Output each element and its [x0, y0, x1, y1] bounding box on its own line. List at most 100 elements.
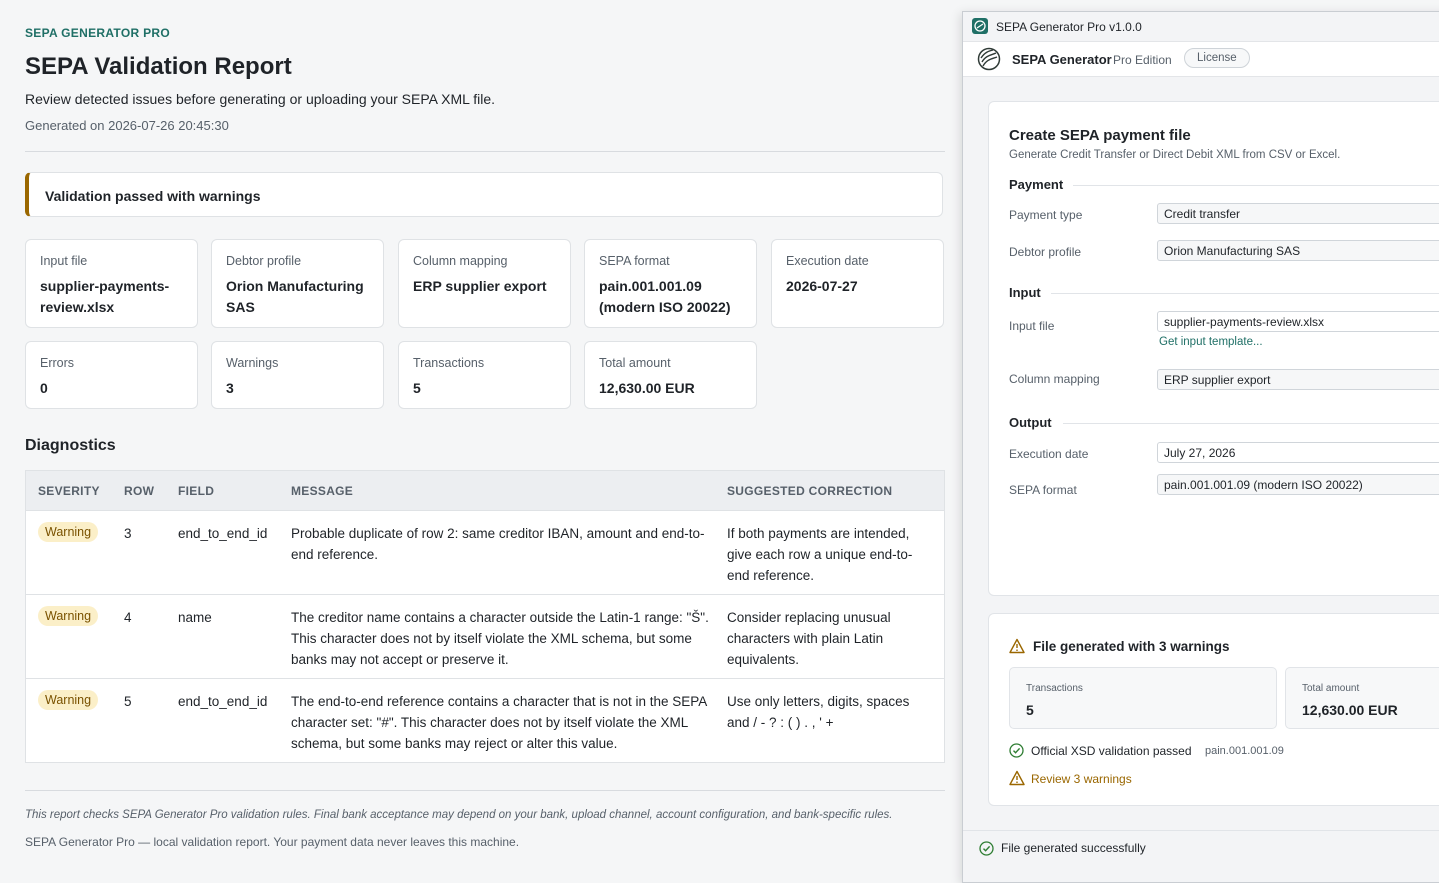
disclaimer: This report checks SEPA Generator Pro va… — [25, 809, 893, 821]
create-file-panel: Create SEPA payment file Generate Credit… — [988, 101, 1439, 596]
card-value: Orion Manufacturing SAS — [226, 278, 364, 315]
diagnostics-table: SEVERITY ROW FIELD MESSAGE SUGGESTED COR… — [25, 470, 945, 763]
validation-status-banner: Validation passed with warnings — [25, 172, 943, 217]
stat-transactions: Transactions 5 — [1009, 667, 1277, 729]
stat-value: 5 — [1026, 702, 1034, 718]
app-icon — [972, 18, 988, 34]
divider — [25, 151, 945, 152]
suggested-correction: If both payments are intended, give each… — [727, 526, 913, 583]
severity-badge: Warning — [38, 522, 99, 542]
card-value: pain.001.001.09 (modern ISO 20022) — [599, 278, 731, 315]
card-execution-date: Execution date 2026-07-27 — [771, 239, 944, 328]
card-value: 5 — [413, 380, 421, 396]
card-debtor-profile: Debtor profile Orion Manufacturing SAS — [211, 239, 384, 328]
execution-date-field[interactable]: July 27, 2026 — [1157, 442, 1439, 463]
input-file-label: Input file — [1009, 319, 1055, 333]
card-errors: Errors 0 — [25, 341, 198, 409]
card-value: 3 — [226, 380, 234, 396]
footnote: SEPA Generator Pro — local validation re… — [25, 835, 520, 849]
license-button[interactable]: License — [1184, 48, 1250, 68]
check-circle-icon — [1009, 743, 1024, 758]
field-name: name — [178, 610, 212, 625]
card-value: 2026-07-27 — [786, 278, 858, 294]
table-header: SEVERITY ROW FIELD MESSAGE SUGGESTED COR… — [26, 471, 944, 511]
severity-badge: Warning — [38, 690, 99, 710]
section-divider — [1051, 293, 1439, 294]
card-warnings: Warnings 3 — [211, 341, 384, 409]
card-value: 12,630.00 EUR — [599, 380, 695, 396]
message: The creditor name contains a character o… — [291, 610, 709, 667]
card-label: Debtor profile — [226, 254, 302, 268]
card-label: Input file — [40, 254, 88, 268]
get-template-link[interactable]: Get input template... — [1159, 336, 1263, 348]
panel-title: Create SEPA payment file — [1009, 127, 1191, 144]
result-panel: File generated with 3 warnings Transacti… — [988, 613, 1439, 806]
card-value: 0 — [40, 380, 48, 396]
payment-type-select[interactable]: Credit transfer — [1157, 203, 1439, 224]
xsd-validation-text: Official XSD validation passed — [1031, 744, 1192, 758]
table-row: Warning 5 end_to_end_id The end-to-end r… — [26, 679, 944, 762]
result-title: File generated with 3 warnings — [1033, 639, 1230, 654]
section-output: Output — [1009, 415, 1052, 430]
report-subtitle: Review detected issues before generating… — [25, 91, 496, 107]
app-window: SEPA Generator Pro v1.0.0 SEPA Generator… — [962, 11, 1439, 883]
column-mapping-label: Column mapping — [1009, 372, 1100, 386]
card-sepa-format: SEPA format pain.001.001.09 (modern ISO … — [584, 239, 757, 328]
xsd-format-label: pain.001.001.09 — [1205, 745, 1284, 757]
column-header-correction: SUGGESTED CORRECTION — [727, 484, 893, 498]
stat-label: Transactions — [1026, 683, 1083, 694]
column-header-field: FIELD — [178, 484, 215, 498]
section-payment: Payment — [1009, 177, 1064, 192]
sepa-format-select[interactable]: pain.001.001.09 (modern ISO 20022) — [1157, 474, 1439, 495]
card-label: Warnings — [226, 356, 279, 370]
severity-badge: Warning — [38, 606, 99, 626]
stat-value: 12,630.00 EUR — [1302, 702, 1398, 718]
column-header-message: MESSAGE — [291, 484, 354, 498]
stat-label: Total amount — [1302, 683, 1360, 694]
generated-timestamp: Generated on 2026-07-26 20:45:30 — [25, 118, 229, 133]
status-text: File generated successfully — [1001, 841, 1146, 855]
card-label: Errors — [40, 356, 75, 370]
check-circle-icon — [979, 841, 994, 856]
card-label: Execution date — [786, 254, 869, 268]
field-name: end_to_end_id — [178, 694, 268, 709]
report-brand: SEPA GENERATOR PRO — [25, 26, 170, 40]
status-bar: File generated successfully — [963, 830, 1439, 871]
edition-label: Pro Edition — [1113, 53, 1172, 67]
stat-total-amount: Total amount 12,630.00 EUR — [1285, 667, 1439, 729]
review-warnings-link[interactable]: Review 3 warnings — [1031, 772, 1132, 786]
section-divider — [1073, 185, 1439, 186]
banner-text: Validation passed with warnings — [45, 188, 261, 204]
sepa-format-label: SEPA format — [1009, 483, 1077, 497]
card-total-amount: Total amount 12,630.00 EUR — [584, 341, 757, 409]
table-row: Warning 3 end_to_end_id Probable duplica… — [26, 511, 944, 595]
title-bar[interactable]: SEPA Generator Pro v1.0.0 — [963, 12, 1439, 42]
footer-divider — [25, 790, 945, 791]
card-value: ERP supplier export — [413, 278, 547, 294]
app-name: SEPA Generator — [1012, 52, 1112, 67]
row-number: 5 — [124, 694, 132, 709]
warning-triangle-icon — [1009, 770, 1025, 786]
diagnostics-heading: Diagnostics — [25, 437, 116, 454]
panel-subtitle: Generate Credit Transfer or Direct Debit… — [1009, 149, 1341, 161]
input-file-field[interactable]: supplier-payments-review.xlsx — [1157, 311, 1439, 332]
message: The end-to-end reference contains a char… — [291, 694, 707, 751]
card-label: Total amount — [599, 356, 671, 370]
card-label: SEPA format — [599, 254, 670, 268]
debtor-profile-select[interactable]: Orion Manufacturing SAS — [1157, 240, 1439, 261]
window-title: SEPA Generator Pro v1.0.0 — [996, 20, 1142, 34]
card-transactions: Transactions 5 — [398, 341, 571, 409]
field-name: end_to_end_id — [178, 526, 268, 541]
card-column-mapping: Column mapping ERP supplier export — [398, 239, 571, 328]
column-mapping-select[interactable]: ERP supplier export — [1157, 369, 1439, 390]
table-row: Warning 4 name The creditor name contain… — [26, 595, 944, 679]
message: Probable duplicate of row 2: same credit… — [291, 526, 705, 562]
section-divider — [1063, 423, 1439, 424]
card-label: Transactions — [413, 356, 485, 370]
suggested-correction: Use only letters, digits, spaces and / -… — [727, 694, 910, 730]
execution-date-label: Execution date — [1009, 447, 1089, 461]
page-title: SEPA Validation Report — [25, 53, 292, 80]
suggested-correction: Consider replacing unusual characters wi… — [727, 610, 891, 667]
debtor-profile-label: Debtor profile — [1009, 245, 1082, 259]
section-input: Input — [1009, 285, 1041, 300]
